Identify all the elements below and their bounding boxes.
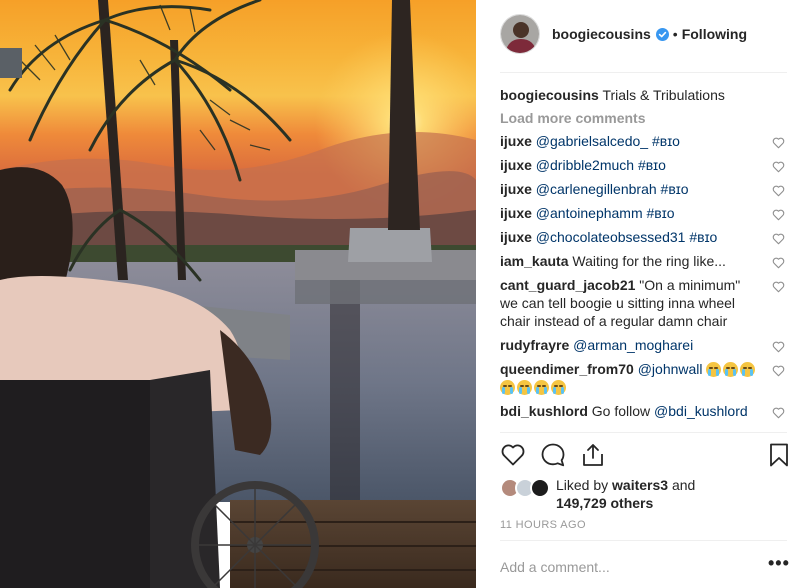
crying-laughing-emoji-icon xyxy=(723,362,739,377)
heart-icon xyxy=(501,444,525,466)
comment-text: Waiting for the ring like... xyxy=(572,253,726,269)
liker-avatars[interactable] xyxy=(500,476,554,498)
comment-like-heart-icon[interactable] xyxy=(772,363,785,377)
comment-row: bdi_kushlord Go follow @bdi_kushlord xyxy=(500,402,787,420)
post-photo[interactable] xyxy=(0,0,476,588)
action-bar xyxy=(500,442,788,470)
comment-username[interactable]: ijuxe xyxy=(500,205,532,221)
comment-like-heart-icon[interactable] xyxy=(772,183,785,197)
comment-like-heart-icon[interactable] xyxy=(772,231,785,245)
comment-mention-link[interactable]: #ʙɪᴏ xyxy=(634,157,666,173)
author-username[interactable]: boogiecousins xyxy=(552,26,651,42)
comment-like-heart-icon[interactable] xyxy=(772,339,785,353)
more-options-icon[interactable]: ••• xyxy=(768,554,789,576)
comment-row: ijuxe @dribble2much #ʙɪᴏ xyxy=(500,156,787,174)
like-button[interactable] xyxy=(500,442,526,468)
comment-row: ijuxe @antoinephamm #ʙɪᴏ xyxy=(500,204,787,222)
verified-badge-icon xyxy=(655,27,669,41)
comment-mention-link[interactable]: #ʙɪᴏ xyxy=(657,181,689,197)
comment-username[interactable]: cant_guard_jacob21 xyxy=(500,277,635,293)
comment-row: iam_kauta Waiting for the ring like... xyxy=(500,252,787,270)
share-button[interactable] xyxy=(580,442,606,468)
likes-count[interactable]: 149,729 others xyxy=(556,495,653,511)
comment-like-heart-icon[interactable] xyxy=(772,279,785,293)
comment-like-heart-icon[interactable] xyxy=(772,255,785,269)
comment-row: ijuxe @gabrielsalcedo_ #ʙɪᴏ xyxy=(500,132,787,150)
separator-dot: • xyxy=(672,26,678,42)
comment-text: Go follow xyxy=(591,403,655,419)
comment-mention-link[interactable]: #ʙɪᴏ xyxy=(685,229,717,245)
author-avatar[interactable] xyxy=(500,14,540,54)
likes-middle: and xyxy=(671,477,696,493)
comment-mention-link[interactable]: @chocolateobsessed31 xyxy=(536,229,686,245)
comment-mention-link[interactable]: @arman_mogharei xyxy=(573,337,693,353)
crying-laughing-emoji-icon xyxy=(740,362,756,377)
comment-like-heart-icon[interactable] xyxy=(772,135,785,149)
comments-list[interactable]: boogiecousins Trials & Tribulations Load… xyxy=(500,84,787,430)
following-button[interactable]: Following xyxy=(682,26,747,42)
add-comment-input[interactable] xyxy=(500,552,750,582)
likes-summary: Liked by waiters3 and 149,729 others xyxy=(500,476,787,512)
comment-mention-link[interactable]: @bdi_kushlord xyxy=(654,403,748,419)
likes-prefix: Liked by xyxy=(556,477,609,493)
comment-username[interactable]: ijuxe xyxy=(500,157,532,173)
post-caption: boogiecousins Trials & Tribulations xyxy=(500,84,787,106)
comment-row: rudyfrayre @arman_mogharei xyxy=(500,336,787,354)
crying-laughing-emoji-icon xyxy=(551,380,566,395)
save-button[interactable] xyxy=(766,442,792,468)
comment-username[interactable]: ijuxe xyxy=(500,181,532,197)
comment-row: cant_guard_jacob21 "On a minimum" we can… xyxy=(500,276,787,330)
comment-mention-link[interactable]: #ʙɪᴏ xyxy=(648,133,680,149)
comment-username[interactable]: bdi_kushlord xyxy=(500,403,588,419)
post-header: boogiecousins • Following xyxy=(500,14,787,54)
liker-username[interactable]: waiters3 xyxy=(612,477,668,493)
comment-like-heart-icon[interactable] xyxy=(772,159,785,173)
share-icon xyxy=(583,444,603,466)
comment-like-heart-icon[interactable] xyxy=(772,405,785,419)
comment-row: ijuxe @carlenegillenbrah #ʙɪᴏ xyxy=(500,180,787,198)
crying-laughing-emoji-icon xyxy=(517,380,532,395)
comment-mention-link[interactable]: @dribble2much xyxy=(536,157,634,173)
post-timestamp[interactable]: 11 HOURS AGO xyxy=(500,519,586,531)
caption-username[interactable]: boogiecousins xyxy=(500,87,599,103)
comment-row: queendimer_from70 @johnwall xyxy=(500,360,787,396)
comment-username[interactable]: rudyfrayre xyxy=(500,337,569,353)
crying-laughing-emoji-icon xyxy=(500,380,515,395)
comment-mention-link[interactable]: @carlenegillenbrah xyxy=(536,181,657,197)
caption-text: Trials & Tribulations xyxy=(602,87,725,103)
post-sidebar: boogiecousins • Following boogiecousins … xyxy=(476,0,805,588)
comment-box-divider xyxy=(500,540,787,541)
likes-text: Liked by waiters3 and 149,729 others xyxy=(556,476,695,512)
comment-icon xyxy=(541,443,565,467)
header-divider xyxy=(500,72,787,73)
comment-mention-link[interactable]: @gabrielsalcedo_ xyxy=(536,133,648,149)
comment-row: ijuxe @chocolateobsessed31 #ʙɪᴏ xyxy=(500,228,787,246)
crying-laughing-emoji-icon xyxy=(534,380,549,395)
comment-username[interactable]: ijuxe xyxy=(500,229,532,245)
actions-divider xyxy=(500,432,787,433)
bookmark-icon xyxy=(770,443,788,467)
comment-like-heart-icon[interactable] xyxy=(772,207,785,221)
comment-username[interactable]: iam_kauta xyxy=(500,253,568,269)
load-more-comments-button[interactable]: Load more comments xyxy=(500,108,787,128)
comment-mention-link[interactable]: @antoinephamm xyxy=(536,205,643,221)
comment-button[interactable] xyxy=(540,442,566,468)
sunset-pool-photo xyxy=(0,0,476,588)
comment-mention-link[interactable]: @johnwall xyxy=(638,361,703,377)
comment-username[interactable]: queendimer_from70 xyxy=(500,361,634,377)
liker-avatar xyxy=(530,478,550,498)
comment-username[interactable]: ijuxe xyxy=(500,133,532,149)
crying-laughing-emoji-icon xyxy=(706,362,722,377)
comment-mention-link[interactable]: #ʙɪᴏ xyxy=(643,205,675,221)
